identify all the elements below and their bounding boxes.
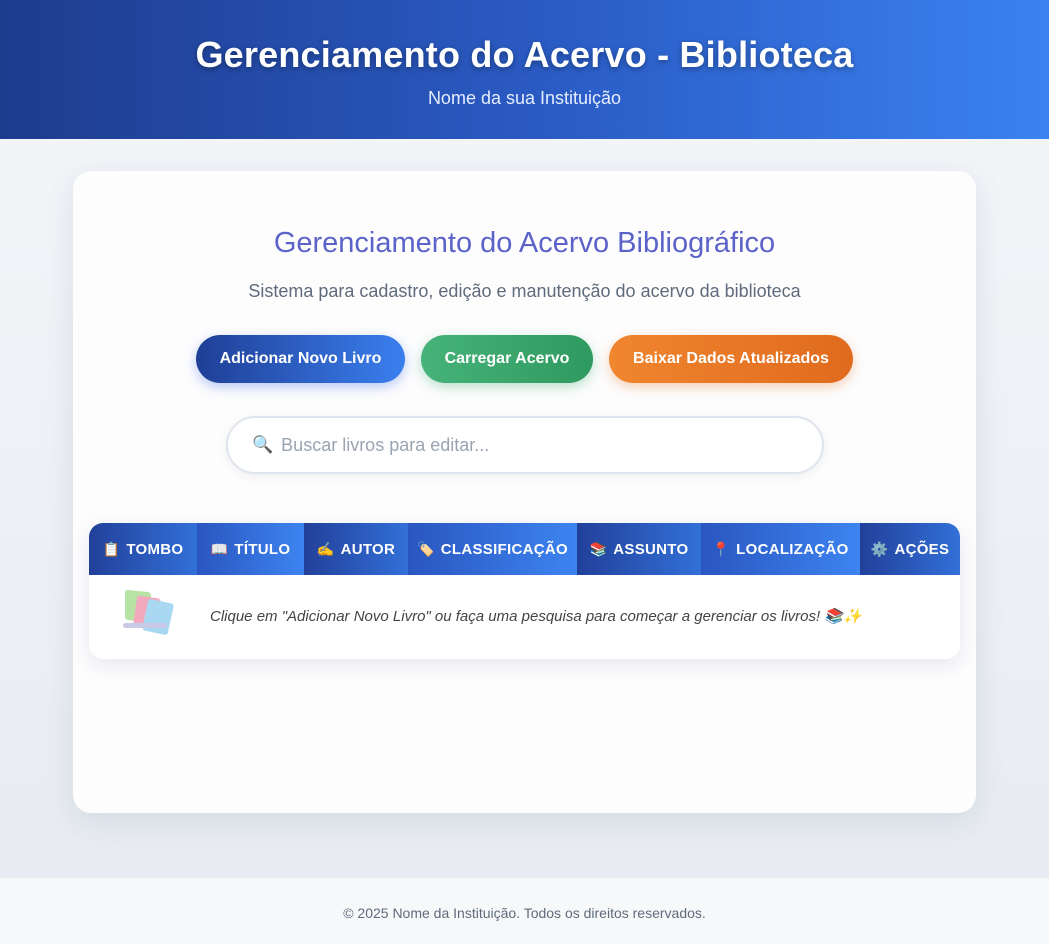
column-label: LOCALIZAÇÃO [736, 540, 849, 558]
books-icon: 📚 [589, 540, 608, 557]
copyright-text: © 2025 Nome da Instituição. Todos os dir… [343, 905, 706, 921]
column-header-tombo[interactable]: 📋 TOMBO [89, 523, 197, 575]
page-footer: © 2025 Nome da Instituição. Todos os dir… [0, 877, 1049, 944]
column-header-assunto[interactable]: 📚 ASSUNTO [577, 523, 701, 575]
empty-state-row: Clique em "Adicionar Novo Livro" ou faça… [89, 575, 960, 659]
column-header-localizacao[interactable]: 📍 LOCALIZAÇÃO [701, 523, 860, 575]
main-card: Gerenciamento do Acervo Bibliográfico Si… [73, 171, 976, 813]
column-header-autor[interactable]: ✍️ AUTOR [304, 523, 408, 575]
institution-name: Nome da sua Instituição [427, 88, 622, 108]
column-label: TÍTULO [234, 540, 291, 558]
column-label: AUTOR [340, 540, 396, 558]
page-header: Gerenciamento do Acervo - Biblioteca Nom… [0, 0, 1049, 139]
column-header-titulo[interactable]: 📖 TÍTULO [197, 523, 304, 575]
books-illustration-icon [121, 589, 177, 637]
app-title: Gerenciamento do Acervo - Biblioteca [195, 34, 854, 75]
column-label: CLASSIFICAÇÃO [440, 540, 568, 558]
add-book-button[interactable]: Adicionar Novo Livro [196, 335, 405, 383]
column-label: TOMBO [126, 540, 184, 558]
column-header-acoes[interactable]: ⚙️ AÇÕES [860, 523, 960, 575]
load-collection-button[interactable]: Carregar Acervo [421, 335, 593, 383]
pin-icon: 📍 [712, 540, 731, 557]
section-description: Sistema para cadastro, edição e manutenç… [248, 281, 801, 301]
writing-hand-icon: ✍️ [316, 540, 335, 557]
search-input[interactable] [281, 434, 802, 456]
books-table: 📋 TOMBO 📖 TÍTULO ✍️ AUTOR 🏷️ CLASSIFICAÇ… [89, 523, 960, 659]
search-box[interactable]: 🔍 [226, 416, 824, 474]
search-icon: 🔍 [252, 435, 274, 454]
table-header: 📋 TOMBO 📖 TÍTULO ✍️ AUTOR 🏷️ CLASSIFICAÇ… [89, 523, 960, 575]
section-title: Gerenciamento do Acervo Bibliográfico [273, 227, 776, 259]
column-label: ASSUNTO [613, 540, 689, 558]
download-data-button[interactable]: Baixar Dados Atualizados [609, 335, 853, 383]
book-icon: 📖 [210, 540, 229, 557]
empty-state-message: Clique em "Adicionar Novo Livro" ou faça… [210, 608, 862, 625]
clipboard-icon: 📋 [102, 540, 121, 557]
column-label: AÇÕES [894, 540, 950, 558]
tag-icon: 🏷️ [417, 540, 435, 557]
gear-icon: ⚙️ [870, 540, 889, 557]
column-header-classificacao[interactable]: 🏷️ CLASSIFICAÇÃO [408, 523, 577, 575]
